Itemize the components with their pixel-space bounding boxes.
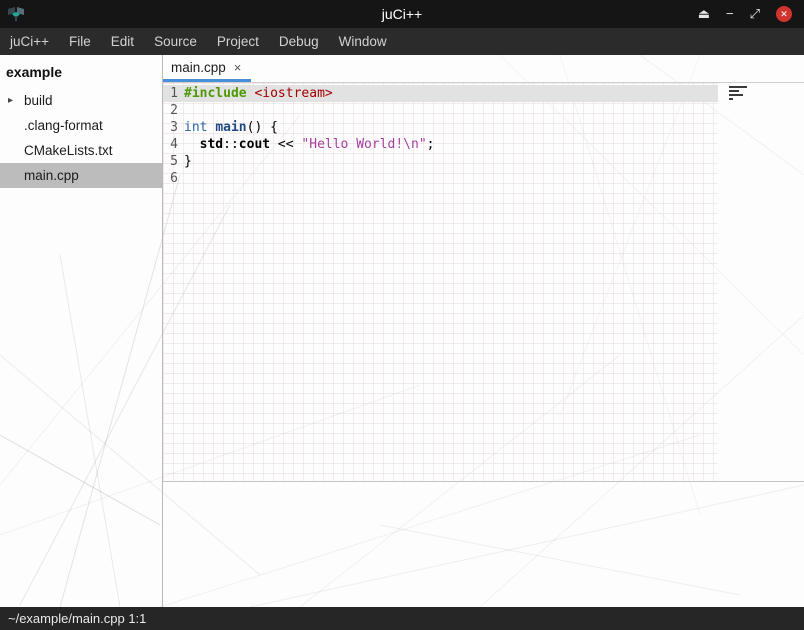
window-controls: ⏏ − ⤢ ✕ <box>698 6 804 22</box>
code-line[interactable]: 6 <box>163 170 718 187</box>
line-number: 3 <box>166 119 178 136</box>
code-text: int main() { <box>184 119 278 136</box>
app-window: juCi++ ⏏ − ⤢ ✕ juCi++FileEditSourceProje… <box>0 0 804 630</box>
sidebar-item--clang-format[interactable]: .clang-format <box>0 113 162 138</box>
sidebar-item-label: CMakeLists.txt <box>24 143 113 158</box>
minimap-mark <box>729 94 743 96</box>
menu-item-project[interactable]: Project <box>207 28 269 55</box>
tab-close-icon[interactable]: × <box>234 60 242 75</box>
menu-item-edit[interactable]: Edit <box>101 28 144 55</box>
line-number: 6 <box>166 170 178 187</box>
line-number: 1 <box>166 85 178 102</box>
sidebar-item-label: build <box>24 93 53 108</box>
window-title: juCi++ <box>0 6 804 22</box>
code-editor[interactable]: 1#include <iostream>23int main() {4 std:… <box>163 83 804 481</box>
minimap[interactable] <box>729 86 751 100</box>
code-line[interactable]: 2 <box>163 102 718 119</box>
code-line[interactable]: 3 int main() { <box>163 119 718 136</box>
eject-button[interactable]: ⏏ <box>698 6 710 22</box>
code-text: #include <iostream> <box>184 85 333 102</box>
code-line[interactable]: 5} <box>163 153 718 170</box>
sidebar-item-label: main.cpp <box>24 168 79 183</box>
tab-label: main.cpp <box>171 60 226 75</box>
minimize-button[interactable]: − <box>726 6 734 22</box>
tab-main-cpp[interactable]: main.cpp × <box>163 55 251 82</box>
code-text: } <box>184 153 192 170</box>
status-file-position: ~/example/main.cpp 1:1 <box>8 611 146 626</box>
code-line[interactable]: 1 #include <iostream> <box>163 85 718 102</box>
sidebar-item-main-cpp[interactable]: main.cpp <box>0 163 162 188</box>
menubar: juCi++FileEditSourceProjectDebugWindow <box>0 28 804 55</box>
file-tree-sidebar: example ▸ build .clang-format CMakeLists.tx… <box>0 55 163 607</box>
app-logo-icon <box>6 6 26 22</box>
minimap-mark <box>729 86 747 88</box>
line-number: 5 <box>166 153 178 170</box>
expander-triangle-icon[interactable]: ▸ <box>8 88 13 113</box>
line-number: 2 <box>166 102 178 119</box>
statusbar: ~/example/main.cpp 1:1 <box>0 607 804 630</box>
output-panel[interactable] <box>163 481 804 607</box>
editor-column: main.cpp × 1 #include <iostream> 23 int mai… <box>163 55 804 607</box>
menu-item-juci[interactable]: juCi++ <box>0 28 59 55</box>
project-root-label: example <box>0 55 162 88</box>
restore-button[interactable]: ⤢ <box>750 6 760 22</box>
sidebar-item-cmakelists-txt[interactable]: CMakeLists.txt <box>0 138 162 163</box>
minimap-mark <box>729 90 739 92</box>
close-button[interactable]: ✕ <box>776 6 792 22</box>
minimap-mark <box>729 98 733 100</box>
code-text: std::cout << "Hello World!\n"; <box>184 136 434 153</box>
menu-item-source[interactable]: Source <box>144 28 207 55</box>
line-number: 4 <box>166 136 178 153</box>
sidebar-item-label: .clang-format <box>24 118 103 133</box>
menu-item-window[interactable]: Window <box>329 28 397 55</box>
tabbar: main.cpp × <box>163 55 804 83</box>
sidebar-item-build[interactable]: ▸ build <box>0 88 162 113</box>
code-line[interactable]: 4 std::cout << "Hello World!\n"; <box>163 136 718 153</box>
file-tree: ▸ build .clang-format CMakeLists.txt main.cp… <box>0 88 162 188</box>
code-lines: 1#include <iostream>23int main() {4 std:… <box>163 83 718 481</box>
content-area: example ▸ build .clang-format CMakeLists.tx… <box>0 55 804 607</box>
titlebar: juCi++ ⏏ − ⤢ ✕ <box>0 0 804 28</box>
menu-item-file[interactable]: File <box>59 28 101 55</box>
menu-item-debug[interactable]: Debug <box>269 28 329 55</box>
